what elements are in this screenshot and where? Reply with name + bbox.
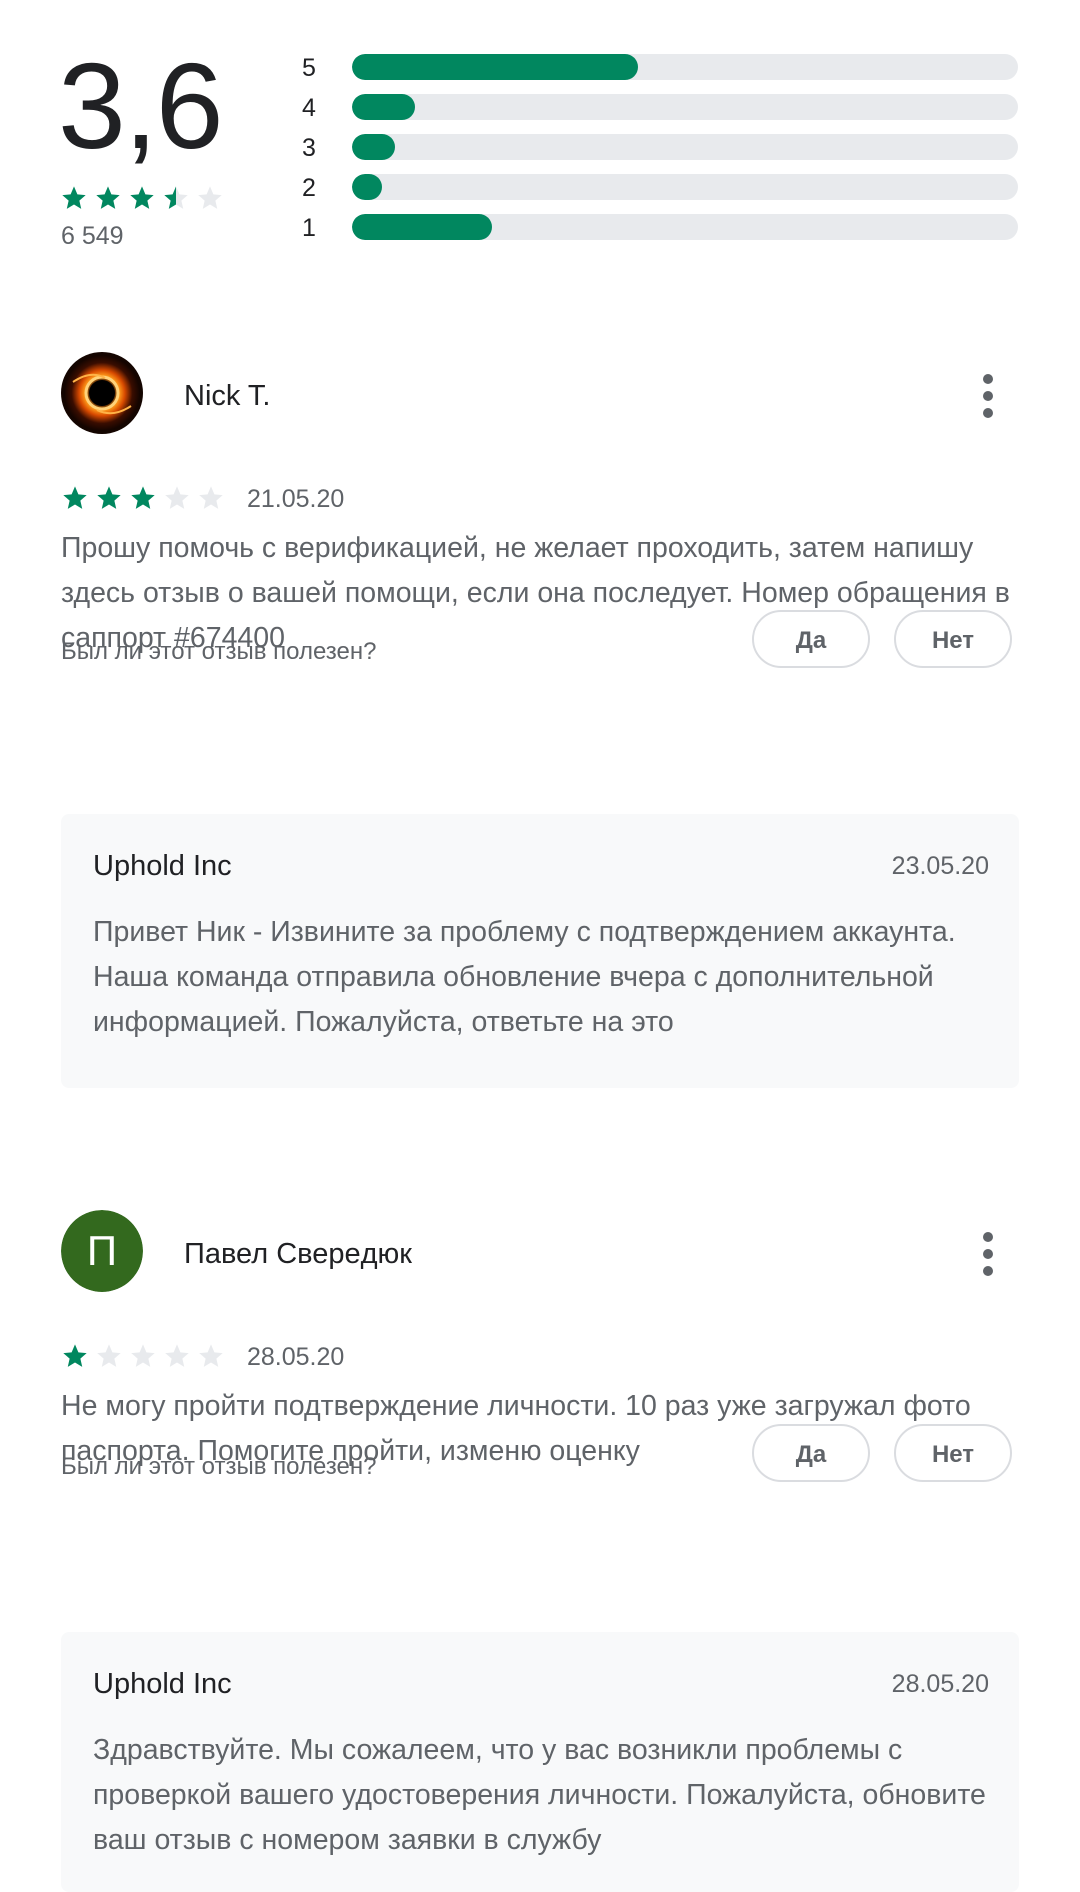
rating-bar-track — [352, 174, 1018, 200]
review-date: 21.05.20 — [247, 485, 345, 513]
review-stars — [61, 1342, 231, 1370]
star-empty-icon — [163, 1342, 191, 1370]
rating-summary: 3,6 6 549 5 4 3 2 1 — [0, 0, 1080, 260]
star-empty-icon — [196, 184, 224, 212]
helpful-yes-button[interactable]: Да — [752, 610, 870, 668]
star-half-icon — [162, 184, 190, 212]
star-filled-icon — [129, 484, 157, 512]
star-empty-icon — [197, 484, 225, 512]
reply-author: Uphold Inc — [93, 1668, 232, 1700]
developer-reply: Uphold Inc 28.05.20 Здравствуйте. Мы сож… — [61, 1632, 1019, 1892]
rating-bar-track — [352, 94, 1018, 120]
star-filled-icon — [61, 484, 89, 512]
rating-bar-label: 5 — [302, 54, 316, 82]
total-ratings-count: 6 549 — [61, 222, 124, 250]
reply-date: 23.05.20 — [891, 852, 989, 880]
reply-text: Здравствуйте. Мы сожалеем, что у вас воз… — [93, 1728, 993, 1864]
star-filled-icon — [60, 184, 88, 212]
review-stars — [61, 484, 231, 512]
rating-bar-track — [352, 214, 1018, 240]
rating-bar-track — [352, 134, 1018, 160]
developer-reply: Uphold Inc 23.05.20 Привет Ник - Извинит… — [61, 814, 1019, 1088]
rating-bar-row: 3 — [302, 132, 1018, 172]
rating-bar-label: 4 — [302, 94, 316, 122]
rating-bar-track — [352, 54, 1018, 80]
review-author: Nick T. — [184, 380, 271, 412]
reply-author: Uphold Inc — [93, 850, 232, 882]
rating-bar-fill — [352, 134, 396, 160]
rating-bar-row: 4 — [302, 92, 1018, 132]
helpful-question: Был ли этот отзыв полезен? — [61, 1453, 377, 1480]
star-filled-icon — [94, 184, 122, 212]
review-date: 28.05.20 — [247, 1343, 345, 1371]
rating-bar-row: 5 — [302, 52, 1018, 92]
star-empty-icon — [197, 1342, 225, 1370]
rating-distribution: 5 4 3 2 1 — [302, 52, 1018, 252]
star-filled-icon — [95, 484, 123, 512]
star-empty-icon — [129, 1342, 157, 1370]
average-stars — [60, 184, 230, 212]
avatar[interactable] — [61, 352, 143, 434]
rating-bar-fill — [352, 94, 416, 120]
reply-date: 28.05.20 — [891, 1670, 989, 1698]
avatar[interactable]: П — [61, 1210, 143, 1292]
rating-bar-row: 2 — [302, 172, 1018, 212]
rating-bar-fill — [352, 54, 639, 80]
average-score: 3,6 — [58, 38, 224, 174]
avatar-letter: П — [61, 1210, 143, 1292]
rating-bar-fill — [352, 174, 382, 200]
helpful-question: Был ли этот отзыв полезен? — [61, 638, 377, 665]
rating-bar-label: 2 — [302, 174, 316, 202]
rating-bar-label: 1 — [302, 214, 316, 242]
rating-bar-fill — [352, 214, 492, 240]
more-options-icon[interactable] — [968, 366, 1008, 426]
helpful-no-button[interactable]: Нет — [894, 1424, 1012, 1482]
fire-ring-avatar-icon — [61, 352, 143, 434]
rating-bar-row: 1 — [302, 212, 1018, 252]
reply-text: Привет Ник - Извините за проблему с подт… — [93, 910, 993, 1046]
star-filled-icon — [128, 184, 156, 212]
helpful-no-button[interactable]: Нет — [894, 610, 1012, 668]
star-filled-icon — [61, 1342, 89, 1370]
more-options-icon[interactable] — [968, 1224, 1008, 1284]
helpful-yes-button[interactable]: Да — [752, 1424, 870, 1482]
rating-bar-label: 3 — [302, 134, 316, 162]
star-empty-icon — [95, 1342, 123, 1370]
review-author: Павел Сверeдюк — [184, 1238, 412, 1270]
star-empty-icon — [163, 484, 191, 512]
